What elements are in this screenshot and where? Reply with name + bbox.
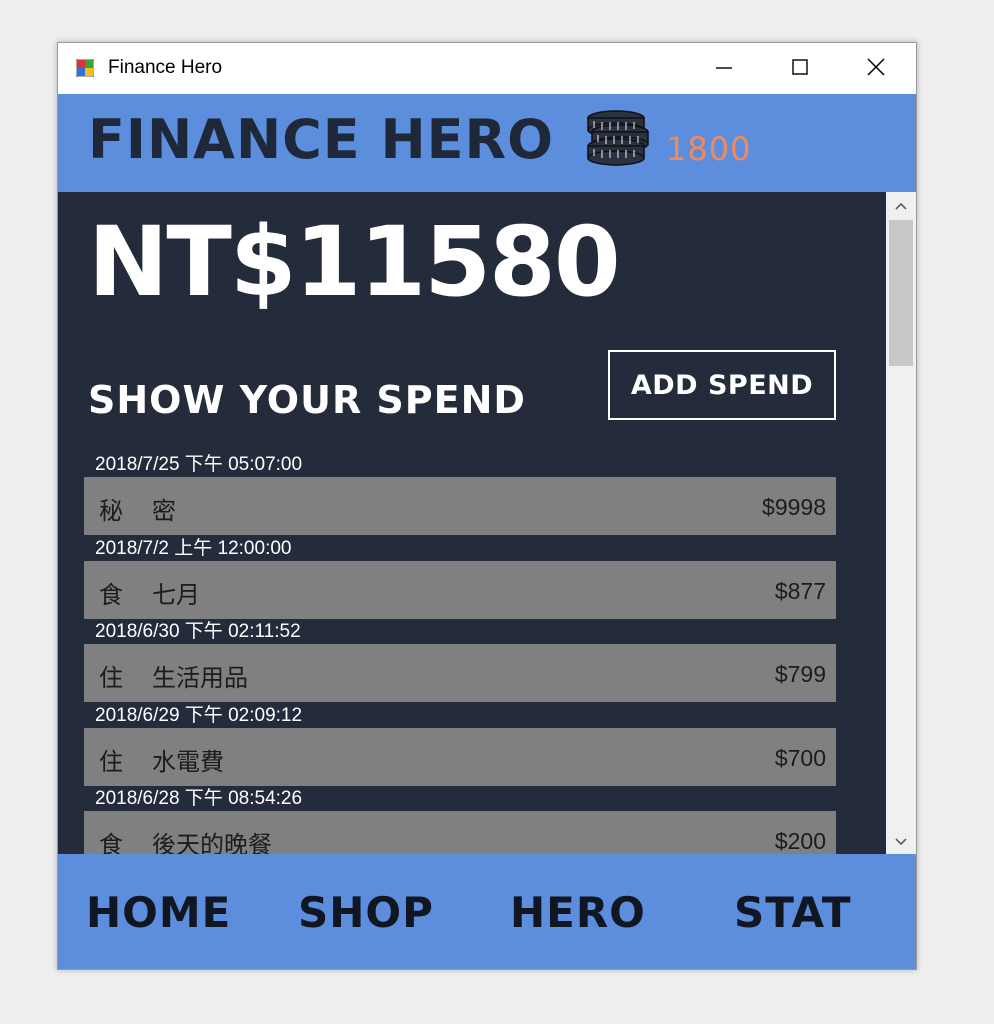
vertical-scrollbar[interactable]: [886, 192, 916, 854]
spend-category: 住: [99, 747, 123, 776]
scroll-thumb[interactable]: [889, 220, 913, 366]
app-header: FINANCE HERO 1800: [58, 94, 916, 192]
spend-row[interactable]: 食 七月 $877: [84, 560, 836, 619]
chevron-down-icon: [894, 832, 908, 851]
spend-entry: 2018/6/28 下午 08:54:26 食 後天的晚餐 $200: [84, 788, 836, 854]
spend-category: 食: [99, 831, 123, 854]
spend-amount: $200: [774, 828, 826, 854]
close-icon: [865, 56, 887, 82]
spend-date: 2018/6/28 下午 08:54:26: [95, 788, 303, 809]
spend-amount: $799: [774, 661, 826, 687]
spend-category: 秘: [99, 497, 123, 525]
nav-hero[interactable]: HERO: [510, 888, 646, 937]
spend-entry: 2018/6/30 下午 02:11:52 住 生活用品 $799: [84, 621, 836, 705]
minimize-icon: [714, 57, 734, 81]
bottom-nav: HOME SHOP HERO STAT: [58, 854, 916, 969]
spend-category: 食: [99, 580, 123, 609]
minimize-button[interactable]: [694, 43, 754, 94]
spend-date: 2018/6/30 下午 02:11:52: [95, 621, 301, 642]
spend-category: 住: [99, 664, 123, 692]
spend-amount: $877: [774, 577, 826, 604]
spend-date: 2018/7/25 下午 05:07:00: [95, 454, 303, 475]
spend-amount: $700: [774, 744, 826, 771]
scroll-down-button[interactable]: [886, 828, 916, 854]
spend-description: 七月: [152, 580, 200, 609]
app-window: Finance Hero FINANCE HERO 1800 NT$11580 …: [57, 42, 917, 970]
spend-row[interactable]: 秘 密 $9998: [84, 477, 836, 535]
maximize-button[interactable]: [770, 43, 830, 94]
nav-stat[interactable]: STAT: [734, 888, 852, 937]
spend-description: 密: [152, 497, 176, 525]
coin-count: 1800: [666, 130, 752, 168]
coin-stack-icon: [586, 110, 652, 174]
close-button[interactable]: [846, 43, 906, 94]
spend-date: 2018/7/2 上午 12:00:00: [95, 537, 292, 559]
spend-row[interactable]: 住 生活用品 $799: [84, 644, 836, 702]
main-panel[interactable]: NT$11580 SHOW YOUR SPEND ADD SPEND 2018/…: [58, 192, 916, 854]
balance-amount: NT$11580: [88, 206, 621, 318]
spend-entry: 2018/7/25 下午 05:07:00 秘 密 $9998: [84, 454, 836, 538]
spend-description: 生活用品: [152, 664, 248, 692]
nav-shop[interactable]: SHOP: [298, 888, 434, 937]
chevron-up-icon: [894, 196, 908, 215]
spend-row[interactable]: 食 後天的晚餐 $200: [84, 811, 836, 854]
app-window-icon: [75, 58, 95, 78]
app-name: FINANCE HERO: [88, 108, 555, 171]
section-title: SHOW YOUR SPEND: [88, 378, 526, 422]
scroll-up-button[interactable]: [886, 192, 916, 218]
maximize-icon: [790, 57, 810, 81]
window-title: Finance Hero: [108, 57, 223, 78]
title-bar[interactable]: Finance Hero: [58, 43, 916, 94]
spend-description: 水電費: [152, 747, 224, 776]
spend-list: 2018/7/25 下午 05:07:00 秘 密 $9998 2018/7/2…: [84, 454, 836, 854]
spend-entry: 2018/7/2 上午 12:00:00 食 七月 $877: [84, 538, 836, 622]
spend-description: 後天的晚餐: [152, 831, 272, 854]
spend-amount: $9998: [762, 494, 826, 520]
spend-entry: 2018/6/29 下午 02:09:12 住 水電費 $700: [84, 705, 836, 789]
add-spend-button[interactable]: ADD SPEND: [608, 350, 836, 420]
nav-home[interactable]: HOME: [86, 888, 231, 937]
spend-row[interactable]: 住 水電費 $700: [84, 727, 836, 786]
spend-date: 2018/6/29 下午 02:09:12: [95, 704, 303, 726]
